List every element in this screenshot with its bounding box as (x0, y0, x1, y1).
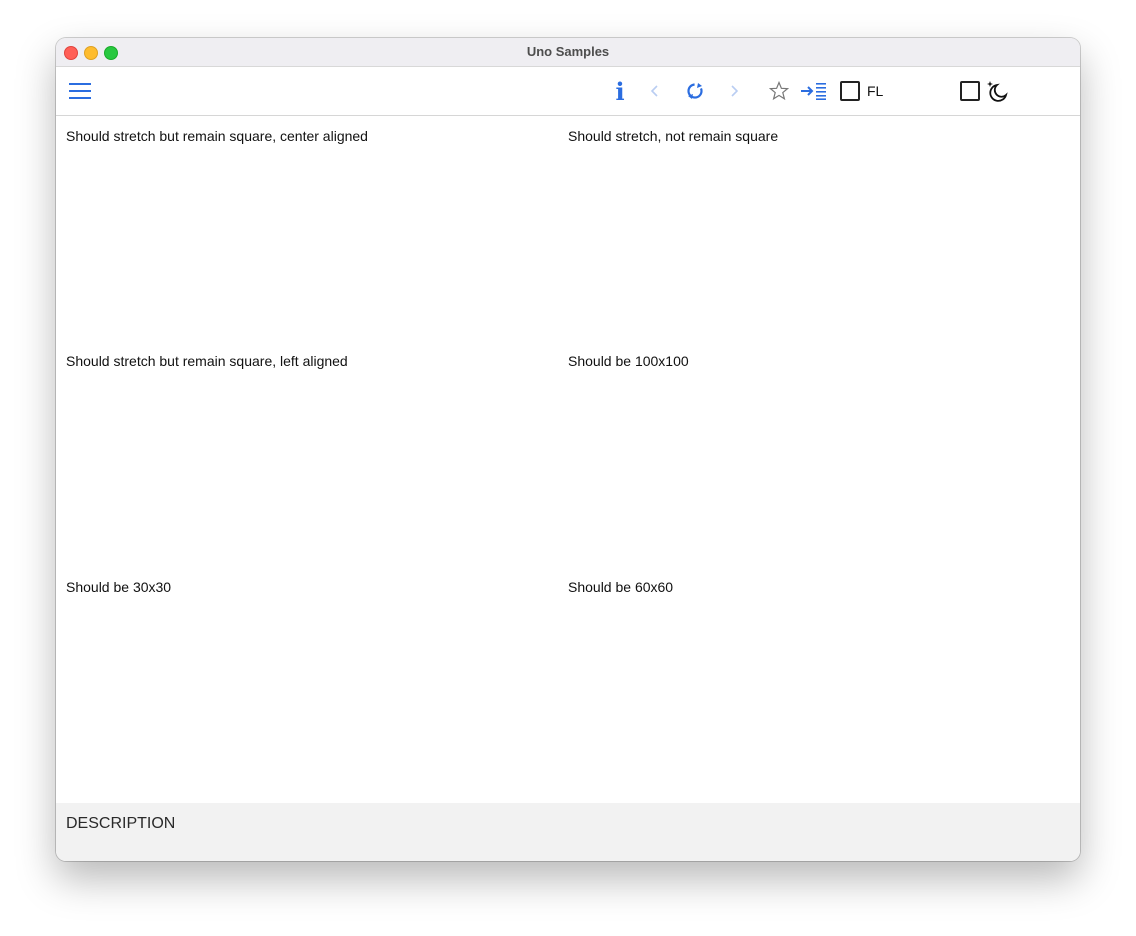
refresh-icon (687, 83, 703, 99)
info-icon: i (615, 76, 625, 106)
sample-label-100x100: Should be 100x100 (568, 353, 689, 369)
fl-checkbox[interactable] (840, 67, 860, 115)
fl-checkbox-label: FL (867, 83, 884, 99)
samples-grid: Should stretch but remain square, center… (56, 116, 1080, 803)
description-panel: DESCRIPTION (56, 803, 1080, 861)
fl-checkbox-box (840, 81, 860, 101)
favorite-button[interactable] (768, 67, 790, 115)
title-bar: Uno Samples (56, 38, 1080, 67)
dark-mode-checkbox[interactable] (960, 67, 980, 115)
refresh-button[interactable] (684, 67, 706, 115)
forward-button[interactable] (725, 67, 743, 115)
window-title: Uno Samples (526, 44, 610, 59)
indent-toggle-button[interactable] (800, 67, 828, 115)
description-label: DESCRIPTION (66, 815, 176, 832)
sample-label-not-square: Should stretch, not remain square (568, 128, 779, 144)
sample-label-center-aligned: Should stretch but remain square, center… (66, 128, 368, 144)
chevron-left-icon (650, 85, 658, 97)
chevron-right-icon (731, 85, 739, 97)
moon-sparkle-icon (987, 81, 1008, 102)
app-window: Uno Samples i FL Should stretch but rema… (56, 38, 1080, 861)
theme-toggle-button[interactable] (986, 67, 1010, 115)
hamburger-menu-button[interactable] (68, 67, 92, 115)
dark-mode-checkbox-box (960, 81, 980, 101)
sample-label-60x60: Should be 60x60 (568, 579, 674, 595)
sample-label-30x30: Should be 30x30 (66, 579, 172, 595)
info-button[interactable]: i (612, 67, 628, 115)
star-outline-icon (769, 81, 789, 101)
back-button[interactable] (646, 67, 664, 115)
hamburger-icon (69, 83, 91, 99)
toolbar: i FL (56, 67, 1080, 116)
indent-list-icon (801, 83, 826, 100)
sample-label-left-aligned: Should stretch but remain square, left a… (66, 353, 348, 369)
